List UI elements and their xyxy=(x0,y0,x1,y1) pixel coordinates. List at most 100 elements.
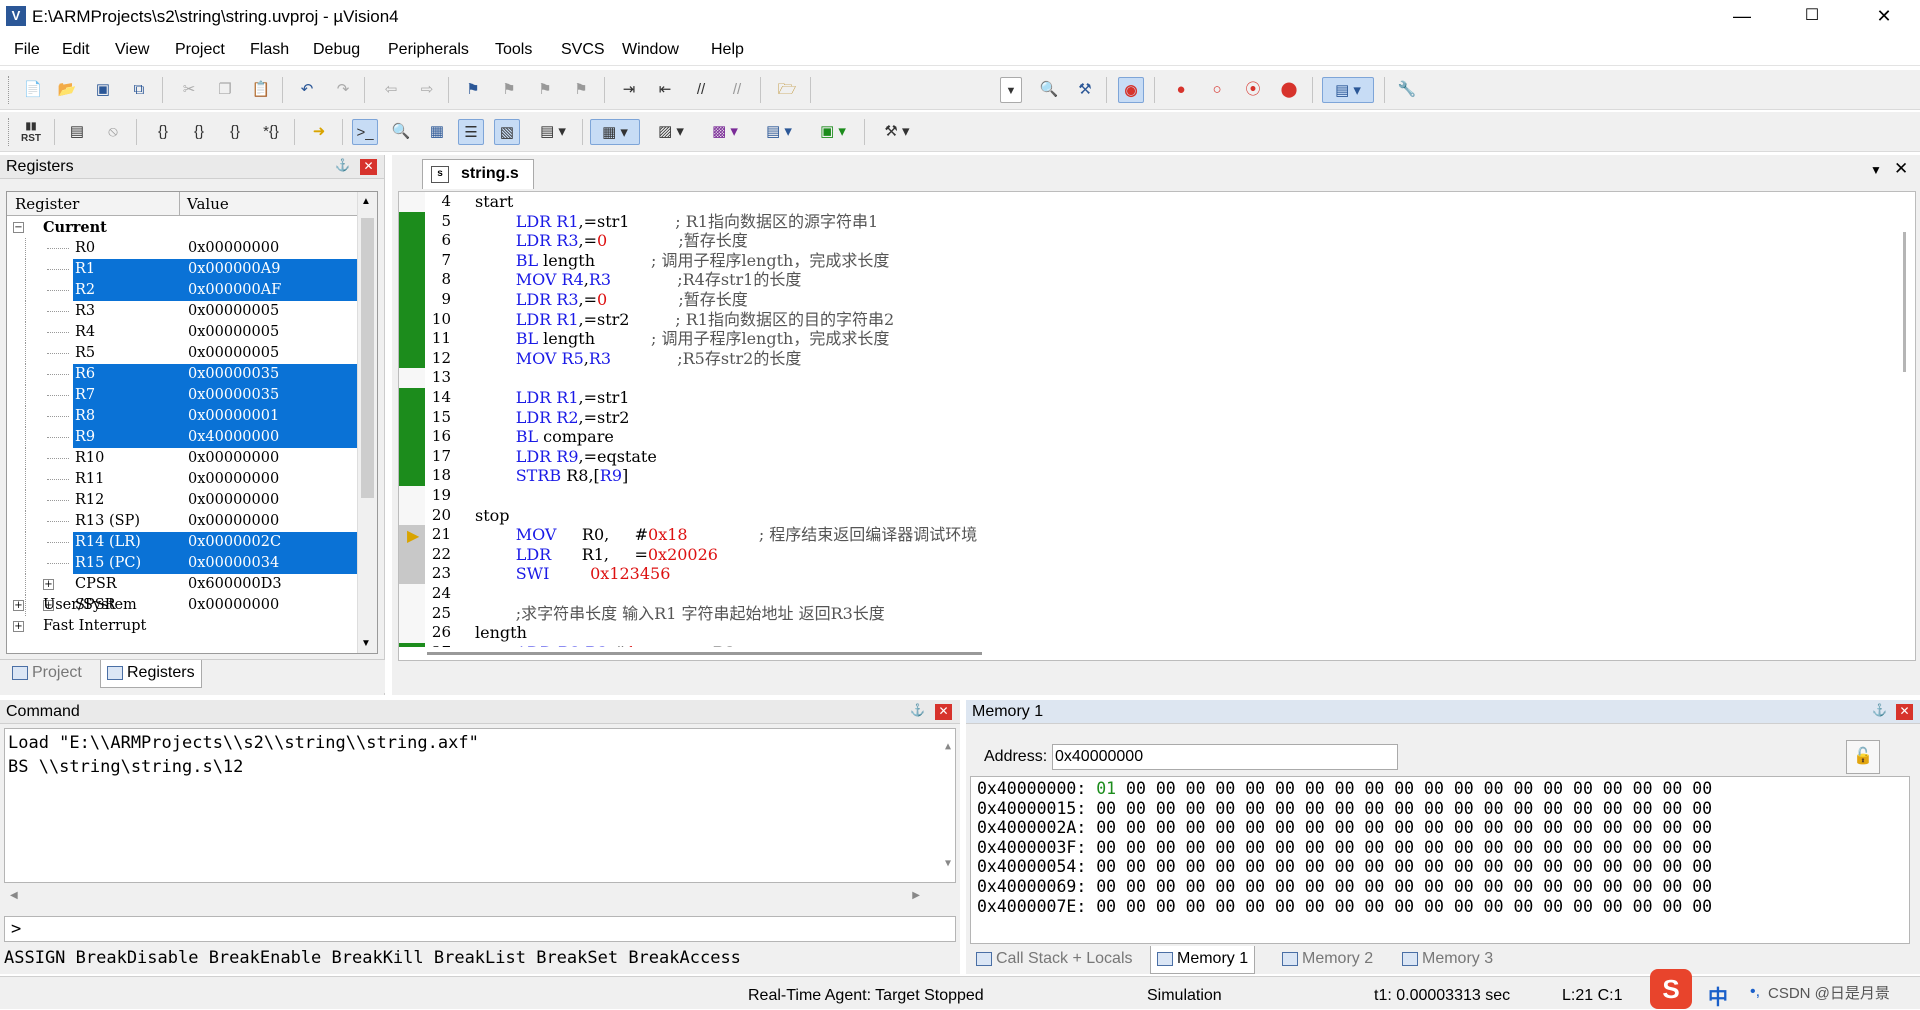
code-line[interactable]: 7 BL length ; 调用子程序length，完成求长度 xyxy=(399,250,1899,271)
new-file-icon[interactable]: 📄 xyxy=(20,77,46,103)
register-value[interactable]: 0x00000000 xyxy=(188,490,279,511)
enable-breakpoint-icon[interactable]: ○ xyxy=(1204,77,1230,103)
expand-icon[interactable]: + xyxy=(43,579,54,590)
code-line[interactable]: 26 length xyxy=(399,623,1899,643)
save-all-icon[interactable]: ⧉ xyxy=(126,77,152,103)
code-line[interactable]: 12 MOV R5,R3 ;R5存str2的长度 xyxy=(399,348,1899,369)
code-line[interactable]: 10 LDR R1,=str2 ; R1指向数据区的目的字符串2 xyxy=(399,309,1899,330)
register-value[interactable]: 0x00000034 xyxy=(188,553,279,574)
scroll-up-icon[interactable]: ▲ xyxy=(945,735,951,759)
menu-peripherals[interactable]: Peripherals xyxy=(388,41,469,59)
col-value-header[interactable]: Value xyxy=(187,195,229,213)
register-row[interactable]: R6 0x00000035 xyxy=(7,364,359,385)
system-viewer-dropdown-icon[interactable]: ▣ ▾ xyxy=(810,119,856,145)
comment-icon[interactable]: // xyxy=(688,77,714,103)
register-value[interactable]: 0x00000001 xyxy=(188,406,279,427)
cut-icon[interactable]: ✂ xyxy=(176,77,202,103)
tab-memory-3[interactable]: Memory 3 xyxy=(1396,946,1499,974)
editor-vscroll[interactable] xyxy=(1897,192,1915,660)
toolbox-dropdown-icon[interactable]: ⚒ ▾ xyxy=(874,119,920,145)
pin-icon[interactable]: ⚓ xyxy=(1872,703,1887,717)
register-row[interactable]: R7 0x00000035 xyxy=(7,385,359,406)
command-input[interactable]: > xyxy=(4,916,956,942)
disassembly-window-icon[interactable]: 🔍 xyxy=(388,119,414,145)
memory-row[interactable]: 0x4000007E: 00 00 00 00 00 00 00 00 00 0… xyxy=(977,897,1712,917)
register-row[interactable]: R15 (PC) 0x00000034 xyxy=(7,553,359,574)
register-value[interactable]: 0x00000000 xyxy=(188,511,279,532)
scroll-down-icon[interactable]: ▼ xyxy=(945,852,951,876)
menu-tools[interactable]: Tools xyxy=(495,41,532,59)
code-line[interactable]: 24 xyxy=(399,584,1899,604)
run-to-cursor-icon[interactable]: *{} xyxy=(258,119,284,145)
register-row[interactable]: R13 (SP) 0x00000000 xyxy=(7,511,357,532)
register-value[interactable]: 0x40000000 xyxy=(188,427,279,448)
command-output[interactable]: Load "E:\\ARMProjects\\s2\\string\\strin… xyxy=(4,728,956,883)
code-line[interactable]: 23 SWI 0x123456 xyxy=(399,564,1899,584)
close-window-button[interactable]: ✕ xyxy=(1856,0,1912,34)
register-row[interactable]: R10 0x00000000 xyxy=(7,448,357,469)
unindent-icon[interactable]: ⇤ xyxy=(652,77,678,103)
bookmark-icon[interactable]: ⚑ xyxy=(460,77,486,103)
code-line[interactable]: 17 LDR R9,=eqstate xyxy=(399,446,1899,467)
register-value[interactable]: 0x00000000 xyxy=(188,238,279,259)
incremental-find-icon[interactable]: 🔍 xyxy=(1036,77,1062,103)
register-row[interactable]: R11 0x00000000 xyxy=(7,469,357,490)
menu-debug[interactable]: Debug xyxy=(313,41,360,59)
register-value[interactable]: 0x00000035 xyxy=(188,385,279,406)
disable-all-breakpoints-icon[interactable]: ⦿ xyxy=(1240,77,1266,103)
step-into-icon[interactable]: {} xyxy=(150,119,176,145)
editor-hscroll[interactable] xyxy=(399,647,1897,660)
code-line[interactable]: 13 xyxy=(399,368,1899,388)
close-editor-icon[interactable]: ✕ xyxy=(1894,159,1908,179)
command-hscroll[interactable]: ◀ ▶ xyxy=(4,886,956,908)
tab-registers[interactable]: Registers xyxy=(100,660,202,688)
minimize-button[interactable]: — xyxy=(1714,0,1770,34)
group-fast-interrupt[interactable]: + Fast Interrupt xyxy=(7,616,357,637)
redo-icon[interactable]: ↷ xyxy=(330,77,356,103)
register-row[interactable]: R9 0x40000000 xyxy=(7,427,359,448)
register-row[interactable]: R14 (LR) 0x0000002C xyxy=(7,532,359,553)
menu-help[interactable]: Help xyxy=(711,41,744,59)
maximize-button[interactable]: ☐ xyxy=(1784,0,1840,34)
register-value[interactable]: 0x00000005 xyxy=(188,301,279,322)
code-line[interactable]: 4 start xyxy=(399,192,1899,212)
reset-cpu-icon[interactable]: ▮▮ RST xyxy=(18,119,44,145)
undo-icon[interactable]: ↶ xyxy=(294,77,320,103)
menu-flash[interactable]: Flash xyxy=(250,41,289,59)
nav-forward-icon[interactable]: ⇨ xyxy=(414,77,440,103)
registers-tree[interactable]: Register Value − Current R0 0x00000000 R1 0… xyxy=(6,191,378,654)
address-input[interactable] xyxy=(1052,744,1398,770)
ime-logo-icon[interactable]: S xyxy=(1650,969,1692,1009)
group-user-system[interactable]: + User/System xyxy=(7,595,357,616)
memory-dump[interactable]: 0x40000000: 01 00 00 00 00 00 00 00 00 0… xyxy=(970,776,1910,944)
uncomment-icon[interactable]: // xyxy=(724,77,750,103)
register-row[interactable]: R5 0x00000005 xyxy=(7,343,357,364)
register-row[interactable]: R3 0x00000005 xyxy=(7,301,357,322)
code-line[interactable]: 18 STRB R8,[R9] xyxy=(399,466,1899,486)
code-line[interactable]: 22 LDR R1, =0x20026 xyxy=(399,544,1899,565)
memory-row[interactable]: 0x4000002A: 00 00 00 00 00 00 00 00 00 0… xyxy=(977,818,1712,838)
register-row[interactable]: + CPSR 0x600000D3 xyxy=(7,574,357,595)
code-line[interactable]: 9 LDR R3,=0 ;暂存长度 xyxy=(399,290,1899,310)
save-icon[interactable]: ▣ xyxy=(90,77,116,103)
collapse-icon[interactable]: − xyxy=(13,222,24,233)
nav-back-icon[interactable]: ⇦ xyxy=(378,77,404,103)
register-value[interactable]: 0x0000002C xyxy=(188,532,281,553)
trace-windows-dropdown-icon[interactable]: ▤ ▾ xyxy=(756,119,802,145)
register-row[interactable]: R12 0x00000000 xyxy=(7,490,357,511)
find-in-files-icon[interactable]: 🗁 xyxy=(774,77,800,103)
indent-icon[interactable]: ⇥ xyxy=(616,77,642,103)
stop-icon[interactable]: ⦸ xyxy=(100,119,126,145)
menu-edit[interactable]: Edit xyxy=(62,41,90,59)
pin-icon[interactable]: ⚓ xyxy=(335,158,350,172)
register-row[interactable]: R1 0x000000A9 xyxy=(7,259,359,280)
register-row[interactable]: R8 0x00000001 xyxy=(7,406,359,427)
code-line[interactable]: 25 ;求字符串长度 输入R1 字符串起始地址 返回R3长度 xyxy=(399,604,1899,624)
next-bookmark-icon[interactable]: ⚑ xyxy=(532,77,558,103)
prev-bookmark-icon[interactable]: ⚑ xyxy=(496,77,522,103)
tab-memory-2[interactable]: Memory 2 xyxy=(1276,946,1379,974)
code-line[interactable]: 16 BL compare xyxy=(399,427,1899,447)
code-line[interactable]: 20 stop xyxy=(399,506,1899,526)
serial-windows-dropdown-icon[interactable]: ▨ ▾ xyxy=(648,119,694,145)
start-debug-session-icon[interactable]: ◉ xyxy=(1118,77,1144,103)
